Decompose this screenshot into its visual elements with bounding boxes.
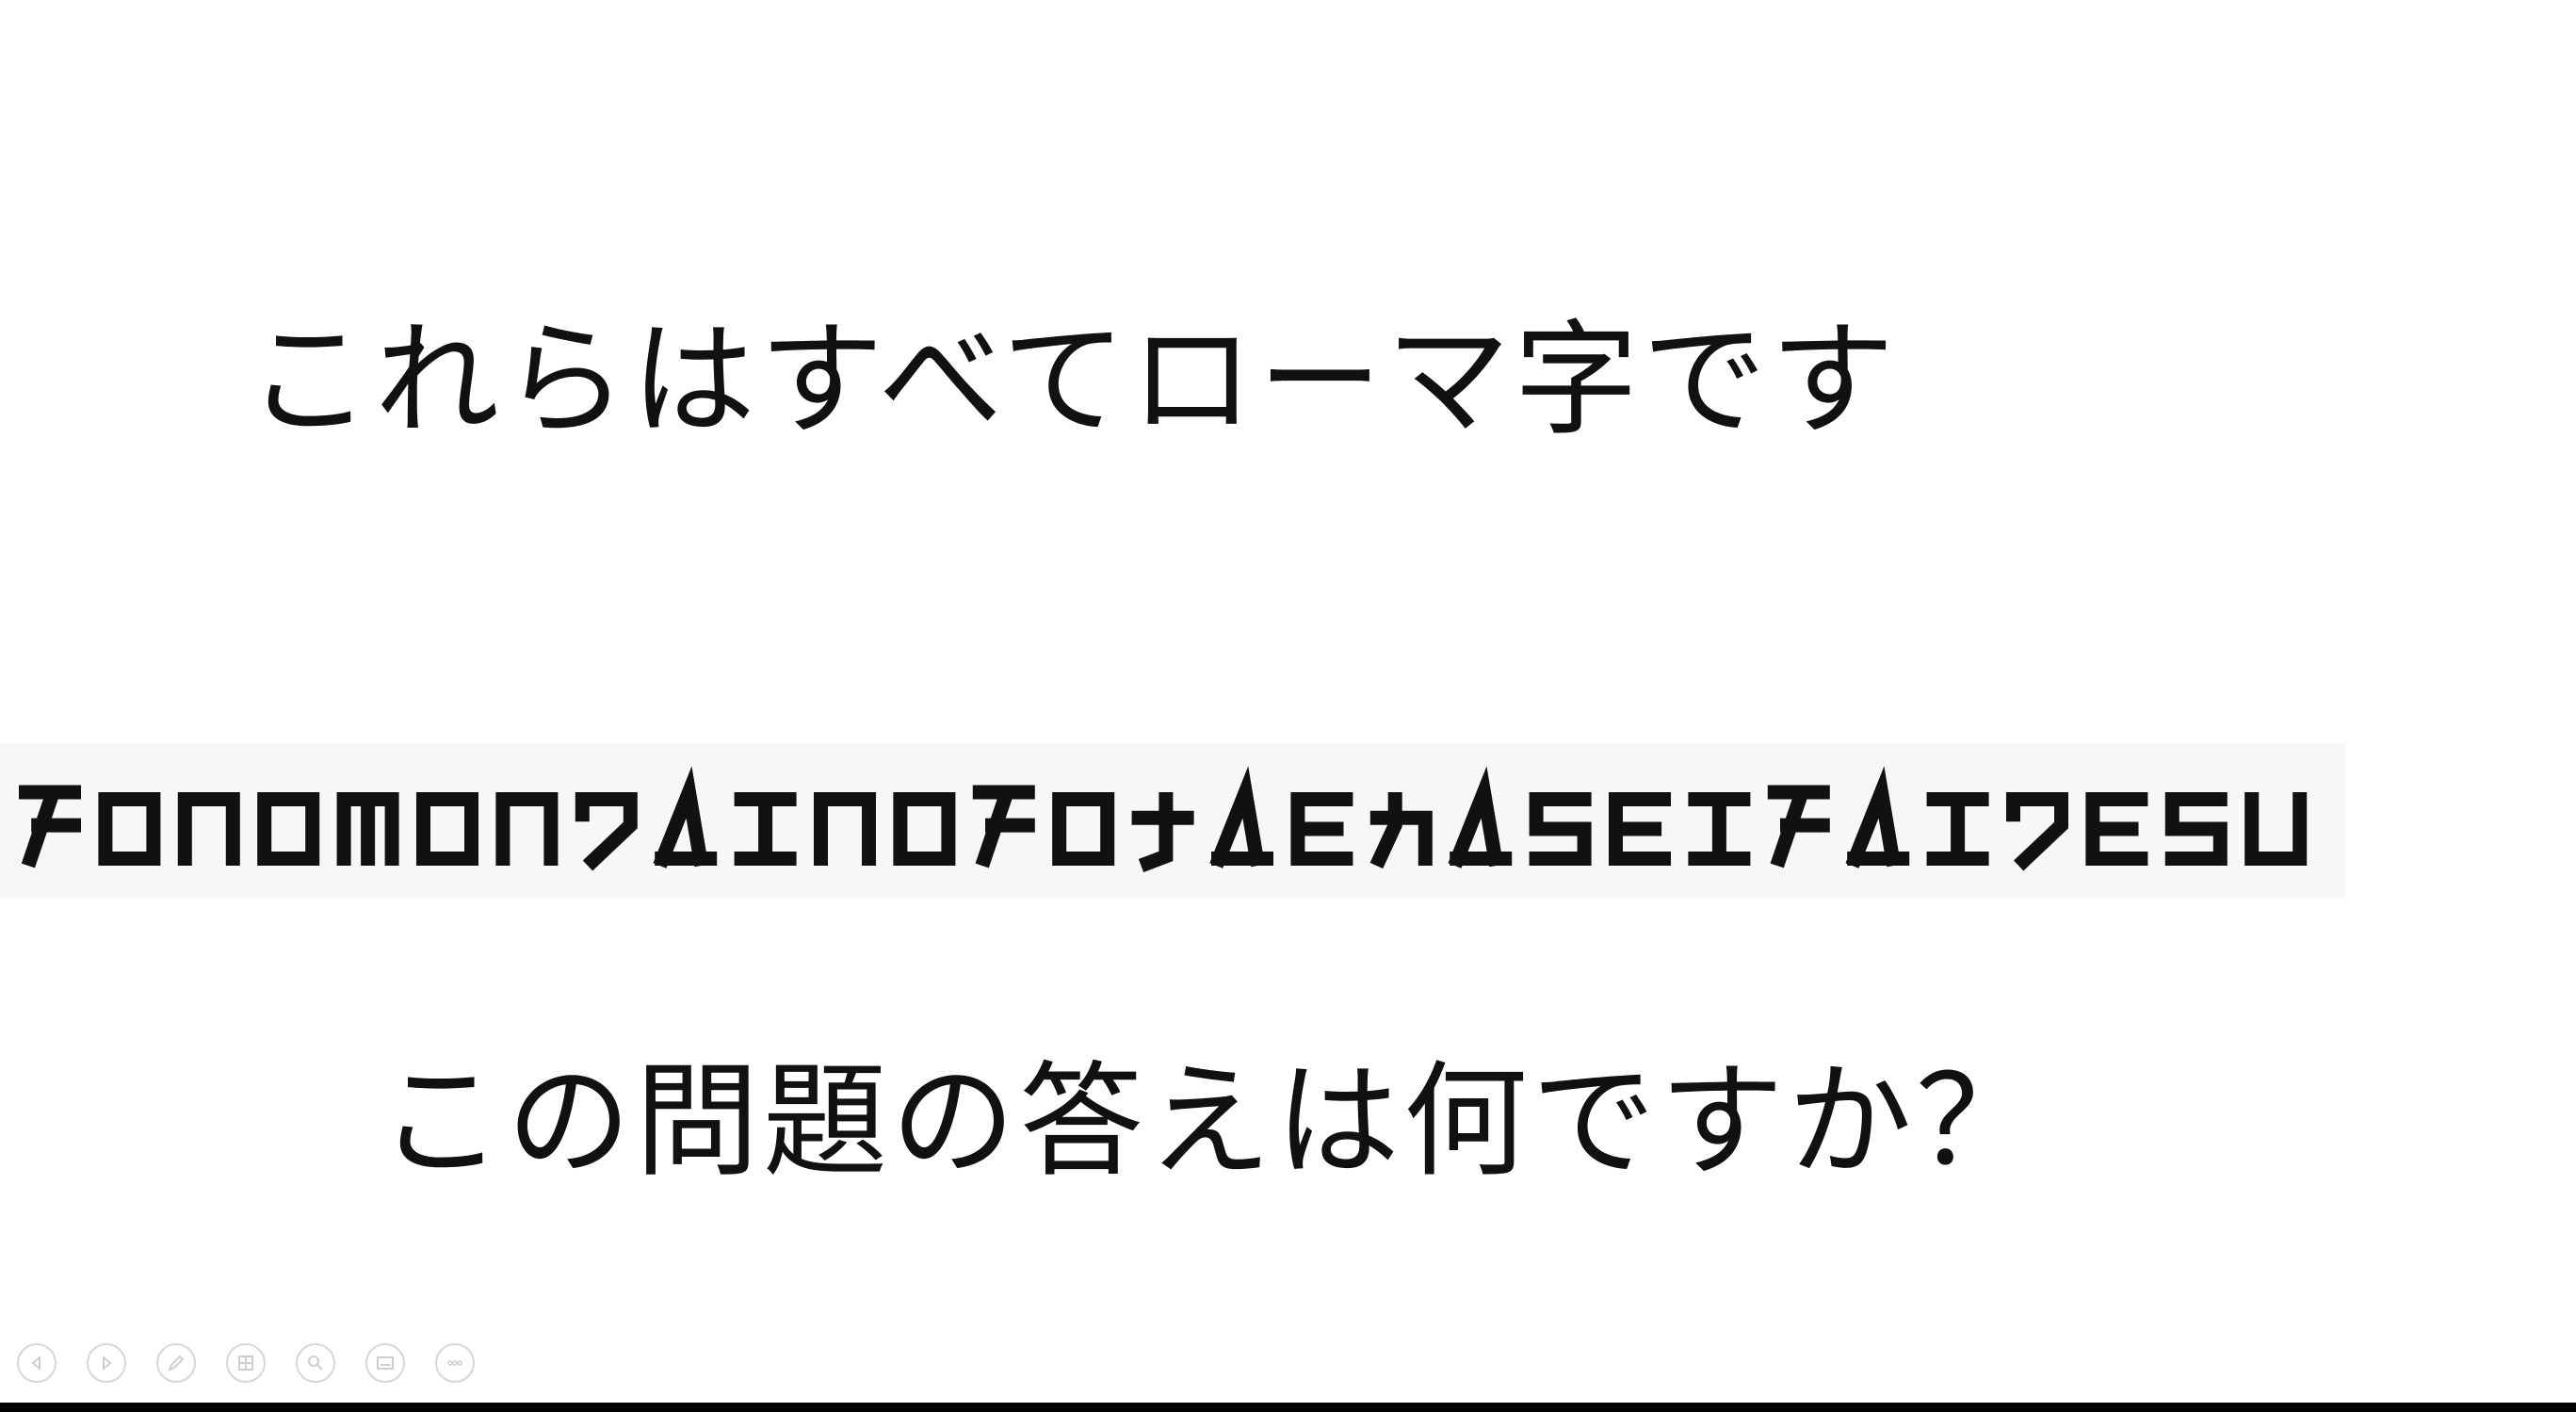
subtitles-button[interactable]	[365, 1343, 405, 1383]
arrow-right-icon	[103, 1355, 112, 1371]
presentation-slide: これらはすべてローマ字です この問題の答えは何ですか？	[0, 0, 2576, 1403]
cipher-glyph-h	[1369, 792, 1433, 869]
slide-question: この問題の答えは何ですか？	[379, 1049, 2044, 1194]
cipher-glyph-d	[575, 792, 638, 871]
cipher-glyph-s	[1529, 792, 1592, 866]
next-slide-button[interactable]	[87, 1343, 126, 1383]
slides-grid-icon	[238, 1355, 253, 1371]
pen-icon	[168, 1355, 185, 1371]
cipher-glyph-a	[1448, 766, 1513, 868]
cipher-glyph-n	[177, 792, 240, 866]
cipher-glyph-a	[1845, 766, 1910, 868]
cipher-glyph-i	[1688, 792, 1751, 866]
presenter-toolbar	[17, 1343, 475, 1385]
cipher-glyph-m	[336, 792, 399, 866]
cipher-glyph-n	[495, 792, 559, 866]
cipher-glyph-k	[972, 785, 1035, 868]
screen-bottom-bar	[0, 1403, 2576, 1412]
cipher-glyph-t	[1131, 792, 1194, 873]
cipher-glyph-u	[2244, 792, 2308, 866]
arrow-left-icon	[31, 1355, 41, 1371]
cipher-text-image	[0, 743, 2345, 899]
cipher-glyph-e	[1290, 792, 1353, 866]
magnifier-icon	[308, 1355, 323, 1371]
cipher-glyph-row	[19, 766, 2308, 873]
more-icon	[447, 1360, 462, 1366]
cipher-glyph-a	[1209, 766, 1273, 868]
slide-heading: これらはすべてローマ字です	[247, 308, 1899, 453]
cipher-glyph-o	[1052, 792, 1115, 866]
cipher-glyph-n	[814, 792, 876, 866]
cipher-glyph-a	[653, 766, 718, 868]
more-options-button[interactable]	[435, 1343, 475, 1383]
cipher-glyph-i	[734, 792, 797, 866]
pen-tool-button[interactable]	[156, 1343, 196, 1383]
zoom-button[interactable]	[296, 1343, 335, 1383]
cipher-glyph-k	[1767, 785, 1830, 868]
subtitles-icon	[377, 1356, 394, 1370]
cipher-glyph-k	[19, 785, 81, 868]
see-all-slides-button[interactable]	[226, 1343, 266, 1383]
cipher-glyph-e	[1609, 792, 1671, 866]
cipher-glyph-o	[416, 792, 478, 866]
cipher-glyph-o	[98, 792, 161, 866]
cipher-glyph-i	[1926, 792, 1989, 866]
cipher-glyph-d	[2006, 792, 2068, 871]
previous-slide-button[interactable]	[17, 1343, 57, 1383]
cipher-glyph-e	[2085, 792, 2148, 866]
cipher-glyph-o	[893, 792, 956, 866]
cipher-glyph-o	[257, 792, 320, 866]
cipher-glyph-s	[2164, 792, 2228, 866]
